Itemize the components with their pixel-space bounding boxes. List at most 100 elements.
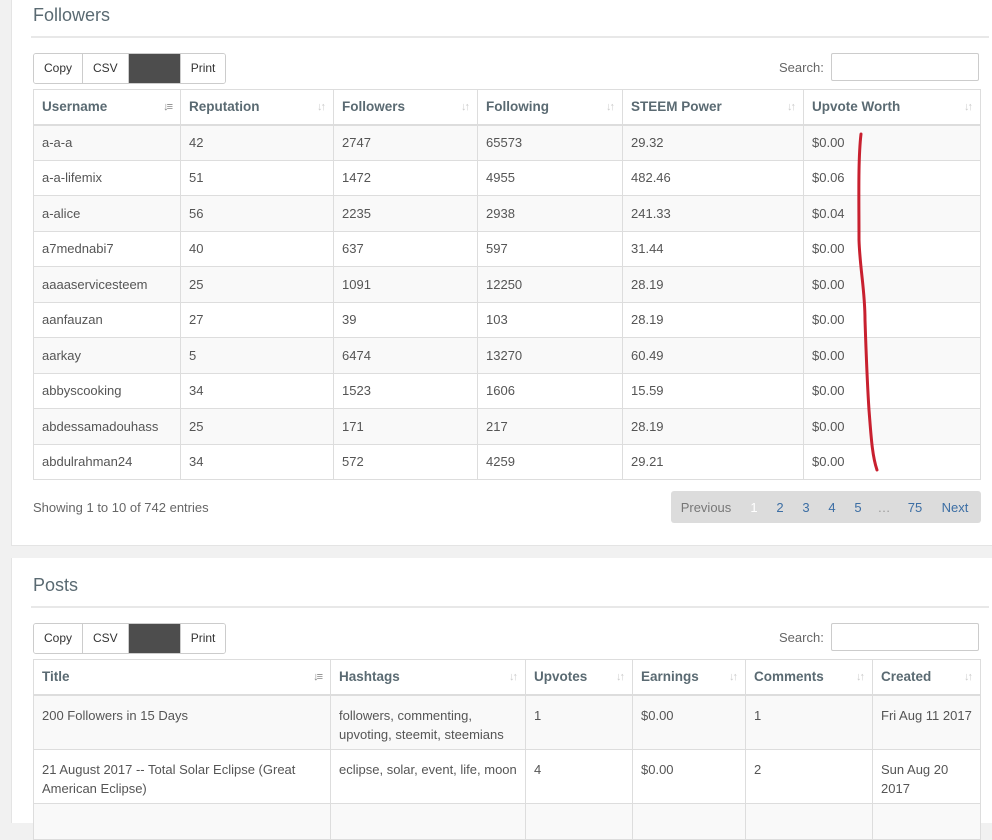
cell-username: a7mednabi7 [33, 230, 181, 267]
entries-info: Showing 1 to 10 of 742 entries [33, 500, 209, 515]
cell-upvote-worth: $0.06 [803, 159, 981, 196]
sort-icon: ↓↑ [616, 671, 625, 683]
cell-upvotes [525, 803, 633, 840]
cell-steem-power: 28.19 [622, 301, 804, 338]
cell-created: Sun Aug 20 2017 [872, 749, 981, 804]
followers-header-row: Username ↓≡ Reputation ↓↑ Followers ↓↑ Foll… [33, 89, 981, 126]
sort-icon: ↓↑ [964, 671, 973, 683]
cell-upvote-worth: $0.00 [803, 266, 981, 303]
cell-title [33, 803, 331, 840]
pagination-page[interactable]: 2 [767, 500, 793, 515]
cell-upvotes: 1 [525, 694, 633, 750]
table-row-partial [33, 803, 981, 840]
cell-following: 65573 [477, 124, 623, 161]
sort-icon: ↓↑ [787, 101, 796, 113]
cell-created [872, 803, 981, 840]
print-button[interactable]: Print [180, 54, 226, 83]
cell-username: a-a-lifemix [33, 159, 181, 196]
table-row: a7mednabi7 40 637 597 31.44 $0.00 [33, 230, 981, 267]
col-reputation[interactable]: Reputation ↓↑ [180, 89, 334, 126]
posts-search-input[interactable] [831, 623, 979, 651]
col-comments[interactable]: Comments ↓↑ [745, 659, 873, 696]
col-title[interactable]: Title ↓≡ [33, 659, 331, 696]
cell-followers: 572 [333, 443, 478, 480]
cell-followers: 1091 [333, 266, 478, 303]
cell-comments: 2 [745, 749, 873, 804]
pagination-page-last[interactable]: 75 [897, 500, 933, 515]
cell-earnings [632, 803, 746, 840]
cell-followers: 39 [333, 301, 478, 338]
cell-upvote-worth: $0.00 [803, 124, 981, 161]
col-created[interactable]: Created ↓↑ [872, 659, 981, 696]
pagination-previous[interactable]: Previous [671, 500, 741, 515]
sort-icon: ↓↑ [856, 671, 865, 683]
cell-steem-power: 482.46 [622, 159, 804, 196]
followers-search-label: Search: [779, 60, 824, 75]
cell-reputation: 42 [180, 124, 334, 161]
cell-followers: 2235 [333, 195, 478, 232]
table-row: a-a-a 42 2747 65573 29.32 $0.00 [33, 124, 981, 161]
pagination-page[interactable]: 4 [819, 500, 845, 515]
posts-export-buttons: Copy CSV Print [33, 623, 227, 654]
table-row: abdulrahman24 34 572 4259 29.21 $0.00 [33, 443, 981, 480]
cell-steem-power: 31.44 [622, 230, 804, 267]
print-button[interactable]: Print [180, 624, 226, 653]
col-hashtags[interactable]: Hashtags ↓↑ [330, 659, 526, 696]
cell-upvote-worth: $0.04 [803, 195, 981, 232]
csv-button[interactable]: CSV [83, 624, 129, 653]
cell-reputation: 51 [180, 159, 334, 196]
table-row: 200 Followers in 15 Days followers, comm… [33, 694, 981, 750]
cell-reputation: 25 [180, 408, 334, 445]
cell-username: aanfauzan [33, 301, 181, 338]
followers-table: Username ↓≡ Reputation ↓↑ Followers ↓↑ Foll… [33, 89, 981, 480]
cell-following: 103 [477, 301, 623, 338]
cell-steem-power: 15.59 [622, 372, 804, 409]
pagination-page[interactable]: 5 [845, 500, 871, 515]
col-followers[interactable]: Followers ↓↑ [333, 89, 478, 126]
sort-icon: ↓↑ [509, 671, 518, 683]
followers-title: Followers [33, 5, 111, 25]
cell-steem-power: 60.49 [622, 337, 804, 374]
cell-upvote-worth: $0.00 [803, 408, 981, 445]
col-following[interactable]: Following ↓↑ [477, 89, 623, 126]
followers-panel: Followers Copy CSV Print Search: Usernam… [11, 0, 992, 546]
cell-hashtags: eclipse, solar, event, life, moon [330, 749, 526, 804]
copy-button[interactable]: Copy [34, 624, 84, 653]
col-earnings[interactable]: Earnings ↓↑ [632, 659, 746, 696]
copy-button[interactable]: Copy [34, 54, 84, 83]
posts-panel: Posts Copy CSV Print Search: Title ↓≡ Has… [11, 558, 992, 840]
cell-steem-power: 29.21 [622, 443, 804, 480]
cell-reputation: 34 [180, 443, 334, 480]
col-upvote-worth[interactable]: Upvote Worth ↓↑ [803, 89, 981, 126]
followers-search-input[interactable] [831, 53, 979, 81]
col-steem-power[interactable]: STEEM Power ↓↑ [622, 89, 804, 126]
pagination-page[interactable]: 3 [793, 500, 819, 515]
posts-search-label: Search: [779, 630, 824, 645]
cell-username: abdessamadouhass [33, 408, 181, 445]
csv-button[interactable]: CSV [83, 54, 129, 83]
cell-username: abbyscooking [33, 372, 181, 409]
table-row: aarkay 5 6474 13270 60.49 $0.00 [33, 337, 981, 374]
followers-title-divider [31, 36, 989, 38]
cell-upvote-worth: $0.00 [803, 337, 981, 374]
cell-followers: 1523 [333, 372, 478, 409]
col-username[interactable]: Username ↓≡ [33, 89, 181, 126]
cell-following: 4259 [477, 443, 623, 480]
cell-hashtags [330, 803, 526, 840]
pagination-next[interactable]: Next [933, 500, 977, 515]
cell-username: a-alice [33, 195, 181, 232]
cell-earnings: $0.00 [632, 694, 746, 750]
cell-earnings: $0.00 [632, 749, 746, 804]
posts-title: Posts [33, 575, 79, 595]
cell-followers: 2747 [333, 124, 478, 161]
col-upvotes[interactable]: Upvotes ↓↑ [525, 659, 633, 696]
pagination-page-current[interactable]: 1 [741, 500, 767, 515]
redacted-button[interactable] [128, 624, 181, 653]
pagination-ellipsis: … [877, 499, 891, 515]
cell-followers: 1472 [333, 159, 478, 196]
redacted-button[interactable] [128, 54, 181, 83]
cell-steem-power: 241.33 [622, 195, 804, 232]
cell-upvote-worth: $0.00 [803, 443, 981, 480]
cell-reputation: 56 [180, 195, 334, 232]
cell-username: abdulrahman24 [33, 443, 181, 480]
